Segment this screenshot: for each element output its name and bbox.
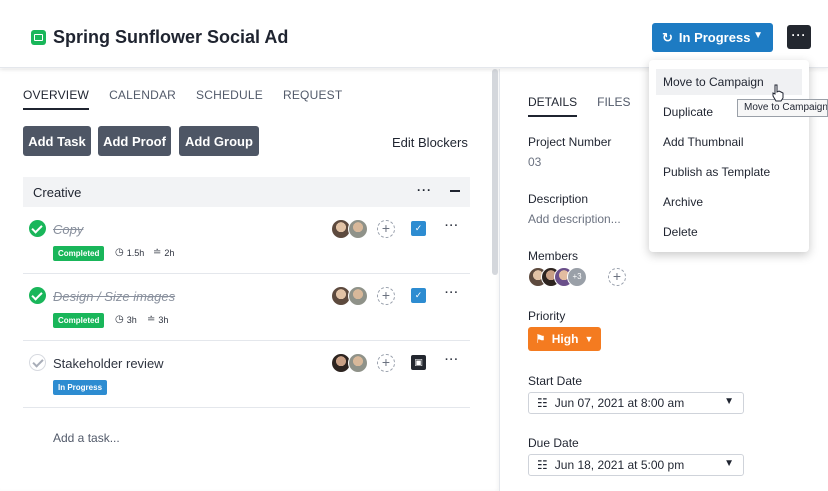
duration-value: 3h <box>126 314 137 325</box>
add-task-input[interactable]: Add a task... <box>53 431 120 445</box>
status-label: In Progress <box>678 30 751 45</box>
sync-icon: ↻ <box>662 29 673 45</box>
description-input[interactable]: Add description... <box>528 212 621 226</box>
effort-icon: ≐ <box>153 247 162 258</box>
tab-files[interactable]: FILES <box>597 95 630 117</box>
group-name: Creative <box>33 184 82 200</box>
duration-value: 1.5h <box>126 247 145 258</box>
project-folder-icon <box>31 30 46 45</box>
task-duration: ◷ 3h <box>115 314 137 325</box>
overview-panel: OVERVIEW CALENDAR SCHEDULE REQUEST Add T… <box>0 69 500 491</box>
more-actions-button[interactable]: ··· <box>787 25 811 49</box>
status-badge: In Progress <box>53 380 108 395</box>
add-task-button[interactable]: Add Task <box>23 126 91 156</box>
task-name[interactable]: Copy <box>53 222 83 237</box>
proof-review-icon[interactable]: ▣ <box>411 355 426 370</box>
priority-dropdown[interactable]: ⚑ High ▼ <box>528 327 601 351</box>
avatar[interactable] <box>348 219 368 239</box>
add-group-button[interactable]: Add Group <box>179 126 259 156</box>
more-actions-menu: Move to Campaign Duplicate Add Thumbnail… <box>649 60 809 252</box>
due-date-label: Due Date <box>528 436 579 450</box>
tab-details[interactable]: DETAILS <box>528 95 578 117</box>
avatar[interactable] <box>348 286 368 306</box>
tab-schedule[interactable]: SCHEDULE <box>196 88 263 110</box>
status-dropdown-button[interactable]: ↻ In Progress ▼ <box>652 23 773 52</box>
more-members-badge[interactable]: +3 <box>567 267 587 287</box>
priority-label: Priority <box>528 309 566 323</box>
task-duration: ◷ 1.5h <box>115 247 144 258</box>
task-row[interactable]: Copy Completed ◷ 1.5h ≐ 2h + ✓ ··· <box>23 207 470 274</box>
due-date-value: Jun 18, 2021 at 5:00 pm <box>554 458 685 472</box>
start-date-picker[interactable]: ☷ Jun 07, 2021 at 8:00 am ▼ <box>528 392 744 414</box>
group-more-icon[interactable]: ··· <box>417 183 432 197</box>
members-label: Members <box>528 249 579 263</box>
due-date-picker[interactable]: ☷ Jun 18, 2021 at 5:00 pm ▼ <box>528 454 744 476</box>
collapse-group-icon[interactable] <box>450 190 460 192</box>
effort-icon: ≐ <box>147 314 156 325</box>
menu-item-add-thumbnail[interactable]: Add Thumbnail <box>656 129 802 155</box>
incomplete-check-icon[interactable] <box>29 354 46 371</box>
task-estimate: ≐ 3h <box>147 314 168 325</box>
chevron-down-icon: ▼ <box>753 30 763 41</box>
clock-icon: ◷ <box>115 247 124 258</box>
task-row[interactable]: Stakeholder review In Progress + ▣ ··· <box>23 341 470 408</box>
completed-check-icon[interactable] <box>29 287 46 304</box>
tab-calendar[interactable]: CALENDAR <box>109 88 176 110</box>
tab-request[interactable]: REQUEST <box>283 88 342 110</box>
status-badge: Completed <box>53 246 105 261</box>
flag-icon: ⚑ <box>535 332 546 346</box>
task-group-header: Creative ··· <box>23 177 470 207</box>
avatar[interactable] <box>348 353 368 373</box>
add-proof-button[interactable]: Add Proof <box>98 126 171 156</box>
calendar-icon: ☷ <box>537 396 548 410</box>
project-title: Spring Sunflower Social Ad <box>53 27 289 47</box>
checklist-icon[interactable]: ✓ <box>411 288 426 303</box>
menu-item-delete[interactable]: Delete <box>656 219 802 245</box>
hand-cursor-icon <box>772 84 784 102</box>
menu-item-publish-as-template[interactable]: Publish as Template <box>656 159 802 185</box>
project-number-label: Project Number <box>528 135 612 149</box>
task-more-icon[interactable]: ··· <box>445 287 459 299</box>
tab-overview[interactable]: OVERVIEW <box>23 88 90 110</box>
add-assignee-icon[interactable]: + <box>377 287 395 305</box>
chevron-down-icon: ▼ <box>584 334 594 344</box>
edit-blockers-link[interactable]: Edit Blockers <box>392 135 468 150</box>
project-header: Spring Sunflower Social Ad ↻ In Progress… <box>0 0 828 68</box>
description-label: Description <box>528 192 589 206</box>
task-name[interactable]: Stakeholder review <box>53 356 164 371</box>
start-date-label: Start Date <box>528 374 583 388</box>
start-date-value: Jun 07, 2021 at 8:00 am <box>554 396 685 410</box>
chevron-down-icon: ▼ <box>724 396 734 407</box>
add-assignee-icon[interactable]: + <box>377 354 395 372</box>
add-assignee-icon[interactable]: + <box>377 220 395 238</box>
project-number-value: 03 <box>528 155 542 169</box>
clock-icon: ◷ <box>115 314 124 325</box>
overview-tabs: OVERVIEW CALENDAR SCHEDULE REQUEST <box>23 88 342 110</box>
app-window: Spring Sunflower Social Ad ↻ In Progress… <box>0 0 828 491</box>
estimate-value: 3h <box>158 314 169 325</box>
priority-value: High <box>551 332 579 346</box>
scrollbar[interactable] <box>492 69 498 275</box>
task-name[interactable]: Design / Size images <box>53 289 175 304</box>
task-estimate: ≐ 2h <box>153 247 174 258</box>
details-tabs: DETAILS FILES M <box>528 95 660 117</box>
menu-item-archive[interactable]: Archive <box>656 189 802 215</box>
add-member-icon[interactable]: + <box>608 268 626 286</box>
completed-check-icon[interactable] <box>29 220 46 237</box>
task-row[interactable]: Design / Size images Completed ◷ 3h ≐ 3h… <box>23 274 470 341</box>
task-more-icon[interactable]: ··· <box>445 354 459 366</box>
chevron-down-icon: ▼ <box>724 458 734 469</box>
calendar-icon: ☷ <box>537 458 548 472</box>
checklist-icon[interactable]: ✓ <box>411 221 426 236</box>
estimate-value: 2h <box>164 247 175 258</box>
status-badge: Completed <box>53 313 105 328</box>
task-more-icon[interactable]: ··· <box>445 220 459 232</box>
